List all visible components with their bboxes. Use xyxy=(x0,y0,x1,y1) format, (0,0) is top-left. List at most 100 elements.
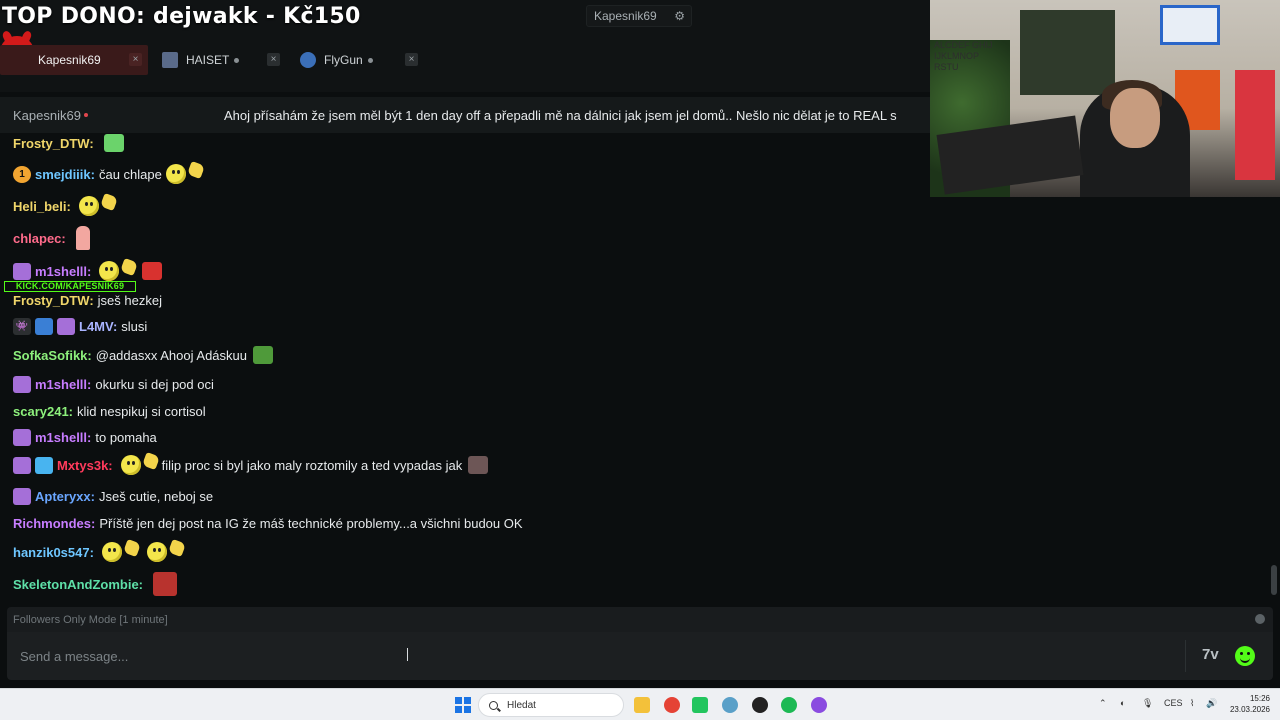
username[interactable]: m1shelll: xyxy=(35,430,91,445)
pepe-emote-icon xyxy=(253,346,273,364)
wave-emote-icon xyxy=(122,539,141,557)
chat-message[interactable]: m1shelll: xyxy=(13,258,163,282)
search-label: Hledat xyxy=(507,699,536,711)
face-emote-icon xyxy=(153,572,178,596)
close-icon[interactable]: × xyxy=(267,53,280,66)
username[interactable]: SkeletonAndZombie: xyxy=(13,577,143,592)
mic-icon[interactable]: 🎙 xyxy=(1142,698,1153,709)
tab-flygun[interactable]: FlyGun × xyxy=(294,45,424,75)
sub-badge-icon xyxy=(13,375,31,393)
username[interactable]: Heli_beli: xyxy=(13,199,71,214)
chat-message[interactable]: 👾 L4MV: slusi xyxy=(13,316,147,336)
windows-start-icon[interactable] xyxy=(455,697,471,713)
message-text: Jseš cutie, neboj se xyxy=(98,488,214,504)
pinned-text: Ahoj přísahám že jsem měl být 1 den day … xyxy=(223,107,897,123)
username[interactable]: scary241: xyxy=(13,404,73,419)
kick-url-overlay: KICK.COM/KAPESNIK69 xyxy=(4,281,136,292)
chat-message[interactable]: m1shelll: to pomaha xyxy=(13,428,157,446)
channel-tabs: Kapesnik69 × HAISET × FlyGun × xyxy=(0,45,432,75)
username[interactable]: Mxtys3k: xyxy=(57,458,113,473)
file-explorer-icon[interactable] xyxy=(634,697,650,713)
chat-message[interactable]: Frosty_DTW: xyxy=(13,133,124,153)
chat-message[interactable]: Frosty_DTW: jseš hezkej xyxy=(13,292,162,308)
taskbar: Hledat ⌃ ◐ 🎙 CES ⌇ 🔊 15:26 23.03.2026 xyxy=(0,688,1280,720)
username[interactable]: smejdiiik: xyxy=(35,167,95,182)
text-cursor-icon xyxy=(407,648,411,661)
chat-message[interactable]: SofkaSofikk: @addasxx Ahooj Adáskuu xyxy=(13,344,273,366)
chat-scrollbar[interactable] xyxy=(1271,565,1277,595)
sub-badge-icon xyxy=(13,262,31,280)
chat-message[interactable]: m1shelll: okurku si dej pod oci xyxy=(13,375,214,393)
username[interactable]: L4MV: xyxy=(79,319,117,334)
tab-label: HAISET xyxy=(186,53,230,67)
channel-avatar-icon xyxy=(300,52,316,68)
chat-message[interactable]: chlapec: xyxy=(13,226,90,250)
divider xyxy=(1185,640,1186,672)
wave-emote-icon xyxy=(167,539,186,557)
volume-icon[interactable]: 🔊 xyxy=(1206,698,1217,709)
smile-emote-icon xyxy=(120,455,141,475)
username[interactable]: Richmondes: xyxy=(13,516,95,531)
pinned-message[interactable]: Kapesnik69 Ahoj přísahám že jsem měl být… xyxy=(0,97,930,133)
gear-icon[interactable]: ⚙ xyxy=(674,9,685,23)
taskbar-search[interactable]: Hledat xyxy=(478,693,624,717)
chat-message[interactable]: 1 smejdiiik: čau chlape xyxy=(13,161,205,185)
chat-mode-banner: Followers Only Mode [1 minute] xyxy=(7,607,1273,632)
message-text: filip proc si byl jako maly roztomily a … xyxy=(161,457,463,473)
browser-icon[interactable] xyxy=(811,697,827,713)
message-text: okurku si dej pod oci xyxy=(95,376,214,392)
account-selector[interactable]: Kapesnik69 ⚙ xyxy=(586,5,692,27)
chevron-up-icon[interactable]: ⌃ xyxy=(1099,698,1107,709)
tab-kapesnik69[interactable]: Kapesnik69 × xyxy=(0,45,148,75)
taskbar-clock[interactable]: 15:26 23.03.2026 xyxy=(1230,693,1270,715)
live-dot-icon xyxy=(83,113,88,117)
offline-dot-icon xyxy=(367,57,373,63)
followers-only-label: Followers Only Mode [1 minute] xyxy=(13,613,168,626)
chat-message[interactable]: Mxtys3k: filip proc si byl jako maly roz… xyxy=(13,452,489,476)
network-icon[interactable]: ◐ xyxy=(1120,698,1125,708)
wave-emote-icon xyxy=(99,193,118,211)
chat-message[interactable]: Apteryxx: Jseš cutie, neboj se xyxy=(13,487,213,505)
username[interactable]: Frosty_DTW: xyxy=(13,136,94,151)
chat-message[interactable]: scary241: klid nespikuj si cortisol xyxy=(13,403,206,419)
language-indicator[interactable]: CES xyxy=(1164,698,1183,708)
spotify-icon[interactable] xyxy=(781,697,797,713)
wall-text: ALCDEF GHIJ IJKLMNOP RSTU xyxy=(934,40,993,72)
close-icon[interactable]: × xyxy=(129,53,142,66)
sub-badge-icon xyxy=(13,428,31,446)
chat-message[interactable]: hanzik0s547: xyxy=(13,539,186,563)
tab-haiset[interactable]: HAISET × xyxy=(156,45,286,75)
top-donation-overlay: TOP DONO: dejwakk - Kč150 xyxy=(2,4,361,29)
username[interactable]: Frosty_DTW: xyxy=(13,293,94,308)
moderator-badge-icon xyxy=(35,317,53,335)
chat-message[interactable]: Richmondes: Příště jen dej post na IG že… xyxy=(13,515,523,531)
chat-message[interactable]: Heli_beli: xyxy=(13,193,118,217)
username[interactable]: SofkaSofikk: xyxy=(13,348,92,363)
kick-app-icon[interactable] xyxy=(692,697,708,713)
wifi-icon[interactable]: ⌇ xyxy=(1190,698,1194,709)
chat-messages[interactable]: Frosty_DTW: 1 smejdiiik: čau chlape Heli… xyxy=(0,133,1270,603)
chrome-icon[interactable] xyxy=(664,697,680,713)
frog-emote-icon xyxy=(103,134,124,152)
search-icon xyxy=(489,700,498,710)
smile-emote-icon xyxy=(101,542,122,562)
info-icon[interactable] xyxy=(1255,614,1265,624)
message-text: slusi xyxy=(121,318,148,334)
obs-icon[interactable] xyxy=(752,697,768,713)
shelf-image xyxy=(1020,10,1115,95)
chat-message[interactable]: SkeletonAndZombie: xyxy=(13,571,178,597)
username[interactable]: m1shelll: xyxy=(35,377,91,392)
emoji-picker-icon[interactable] xyxy=(1235,646,1255,666)
message-input[interactable]: Send a message... 7v xyxy=(7,632,1273,680)
username[interactable]: m1shelll: xyxy=(35,264,91,279)
seventv-emote-icon[interactable]: 7v xyxy=(1202,646,1222,666)
clock-time: 15:26 xyxy=(1249,694,1270,703)
username[interactable]: Apteryxx: xyxy=(35,489,95,504)
smile-emote-icon xyxy=(78,196,99,216)
close-icon[interactable]: × xyxy=(405,53,418,66)
username[interactable]: hanzik0s547: xyxy=(13,545,94,560)
message-placeholder: Send a message... xyxy=(20,648,129,664)
app-icon[interactable] xyxy=(722,697,738,713)
username[interactable]: chlapec: xyxy=(13,231,66,246)
wave-emote-icon xyxy=(141,452,160,470)
